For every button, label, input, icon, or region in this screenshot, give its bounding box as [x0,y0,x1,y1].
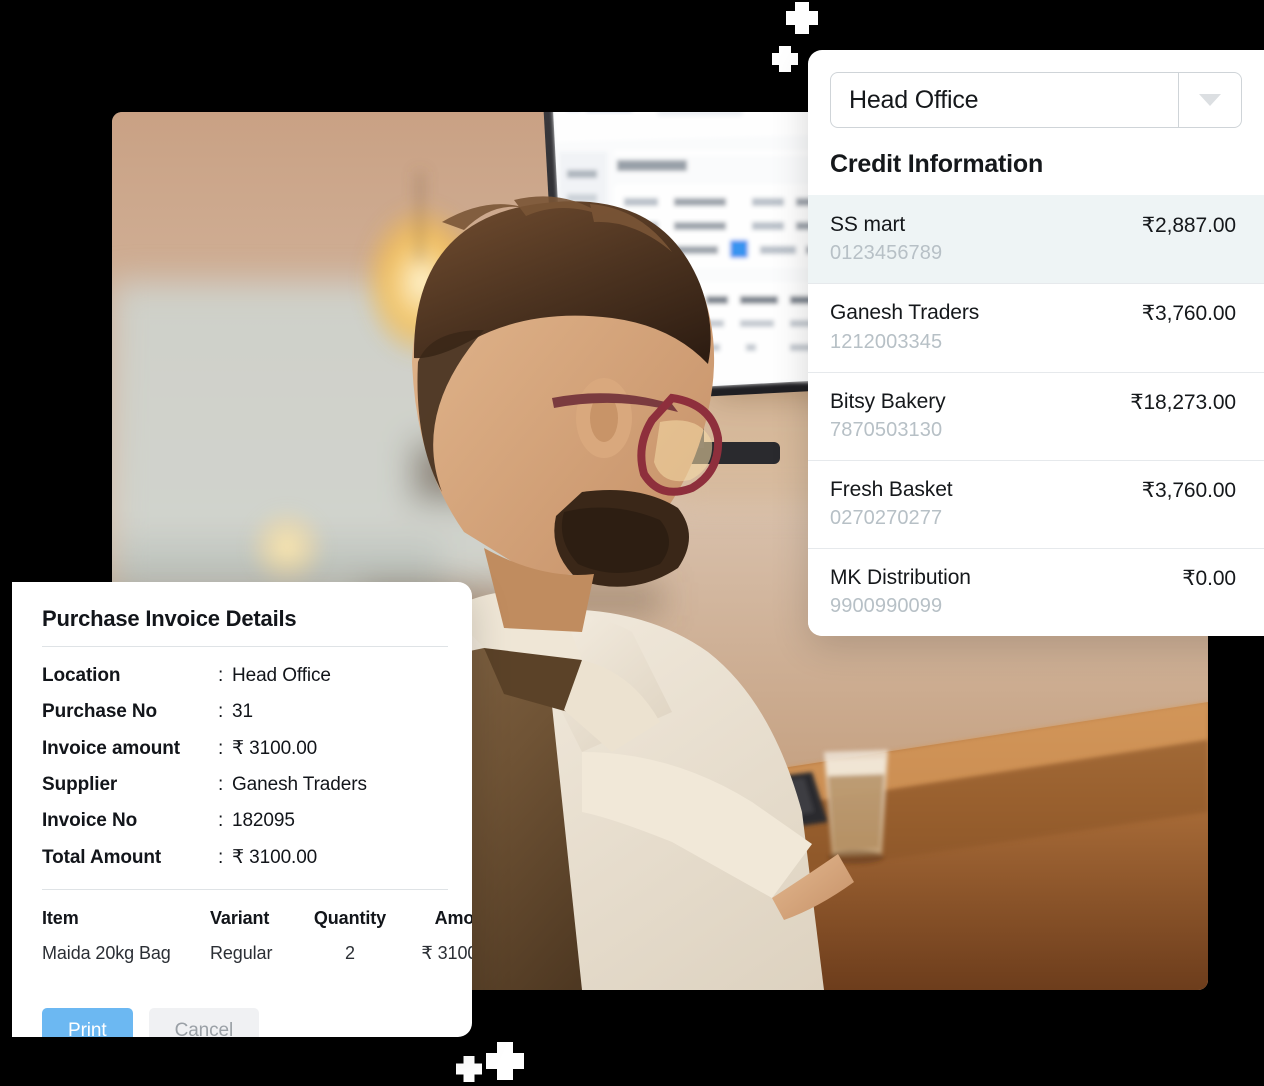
cell-amount: ₹ 3100.00 [421,943,472,963]
credit-item-account: 0270270277 [830,507,943,529]
invoice-field-value: 31 [232,701,253,722]
column-header-variant: Variant [210,908,270,928]
cell-variant: Regular [210,943,273,963]
table-header-row: Item Variant Quantity Amount [30,904,472,943]
invoice-field-row: Supplier : Ganesh Traders [42,774,448,796]
credit-item-name: MK Distribution [830,566,971,589]
credit-list-item[interactable]: Bitsy Bakery 7870503130 ₹18,273.00 [808,371,1264,460]
credit-item-amount: ₹3,760.00 [1141,478,1236,502]
credit-item-amount: ₹0.00 [1182,567,1236,590]
invoice-field-separator: : [218,847,224,868]
print-button[interactable]: Print [42,1008,133,1037]
items-divider [42,889,448,890]
invoice-field-value: 182095 [232,810,295,831]
credit-item-account: 9900990099 [830,595,943,618]
invoice-field-label: Location [42,665,121,686]
credit-item-info: SS mart 0123456789 [830,212,942,267]
invoice-field-separator: : [218,701,224,722]
credit-item-info: Fresh Basket 0270270277 [830,477,953,532]
credit-item-account: 0123456789 [830,242,943,265]
plus-mark-icon [486,1042,524,1080]
location-select-value: Head Office [849,85,979,114]
invoice-field-value: ₹ 3100.00 [232,738,318,759]
plus-mark-icon [786,2,818,34]
credit-list-item[interactable]: Ganesh Traders 1212003345 ₹3,760.00 [808,283,1264,372]
invoice-field-value: Ganesh Traders [232,774,367,795]
credit-item-amount: ₹18,273.00 [1130,390,1236,414]
canvas: Head Office Credit Information SS mart 0… [0,0,1264,1086]
table-row: Maida 20kg Bag Regular 2 ₹ 3100.00 [30,943,472,970]
credit-list-item[interactable]: MK Distribution 9900990099 ₹0.00 [808,548,1264,637]
plus-mark-icon [772,46,798,72]
invoice-field-row: Total Amount : ₹ 3100.00 [42,846,448,869]
cell-quantity: 2 [345,943,355,963]
invoice-fields: Location : Head Office Purchase No : 31 … [30,665,448,869]
title-divider [42,646,448,647]
purchase-invoice-details-panel: Purchase Invoice Details Location : Head… [12,582,472,1037]
credit-item-account: 1212003345 [830,330,943,353]
invoice-field-row: Invoice No : 182095 [42,810,448,832]
invoice-items-body: Maida 20kg Bag Regular 2 ₹ 3100.00 [30,943,472,970]
invoice-field-label: Invoice No [42,810,138,831]
column-header-quantity: Quantity [313,908,387,928]
credit-item-account: 7870503130 [830,418,943,441]
credit-item-amount: ₹2,887.00 [1141,214,1236,237]
credit-item-info: Ganesh Traders 1212003345 [830,300,979,355]
column-header-amount: Amount [434,908,472,928]
credit-item-amount: ₹3,760.00 [1141,302,1236,326]
credit-information-title: Credit Information [830,150,1044,178]
invoice-field-label: Invoice amount [42,738,180,759]
invoice-field-row: Purchase No : 31 [42,701,448,723]
column-header-item: Item [42,908,79,928]
cancel-button[interactable]: Cancel [148,1008,260,1037]
invoice-field-label: Supplier [42,774,118,795]
panel-title: Purchase Invoice Details [42,606,297,631]
credit-item-name: Bitsy Bakery [830,389,946,413]
invoice-field-row: Invoice amount : ₹ 3100.00 [42,737,448,760]
credit-item-name: SS mart [830,213,906,236]
invoice-field-separator: : [218,665,224,686]
credit-list: SS mart 0123456789 ₹2,887.00 Ganesh Trad… [808,195,1264,637]
credit-item-info: MK Distribution 9900990099 [830,565,971,620]
invoice-field-value: Head Office [232,665,331,686]
plus-mark-icon [456,1056,482,1082]
invoice-field-label: Purchase No [42,701,158,722]
credit-information-panel: Head Office Credit Information SS mart 0… [808,50,1264,637]
invoice-field-separator: : [218,738,224,759]
invoice-actions: Print Cancel [30,1008,448,1037]
invoice-field-row: Location : Head Office [42,665,448,687]
location-select-dropdown-button[interactable] [1178,73,1241,127]
credit-item-info: Bitsy Bakery 7870503130 [830,389,946,444]
chevron-down-icon [1199,94,1221,106]
invoice-items-table: Item Variant Quantity Amount Maida 20kg … [30,904,472,970]
invoice-field-label: Total Amount [42,847,162,868]
invoice-field-value: ₹ 3100.00 [232,847,318,868]
location-select[interactable]: Head Office [830,72,1242,128]
invoice-items-header: Item Variant Quantity Amount [30,904,472,943]
invoice-field-separator: : [218,774,224,795]
credit-item-name: Ganesh Traders [830,301,980,325]
invoice-field-separator: : [218,810,224,831]
credit-list-item[interactable]: Fresh Basket 0270270277 ₹3,760.00 [808,459,1264,548]
credit-list-item[interactable]: SS mart 0123456789 ₹2,887.00 [808,195,1264,284]
credit-item-name: Fresh Basket [830,477,953,501]
cell-item: Maida 20kg Bag [42,943,171,963]
